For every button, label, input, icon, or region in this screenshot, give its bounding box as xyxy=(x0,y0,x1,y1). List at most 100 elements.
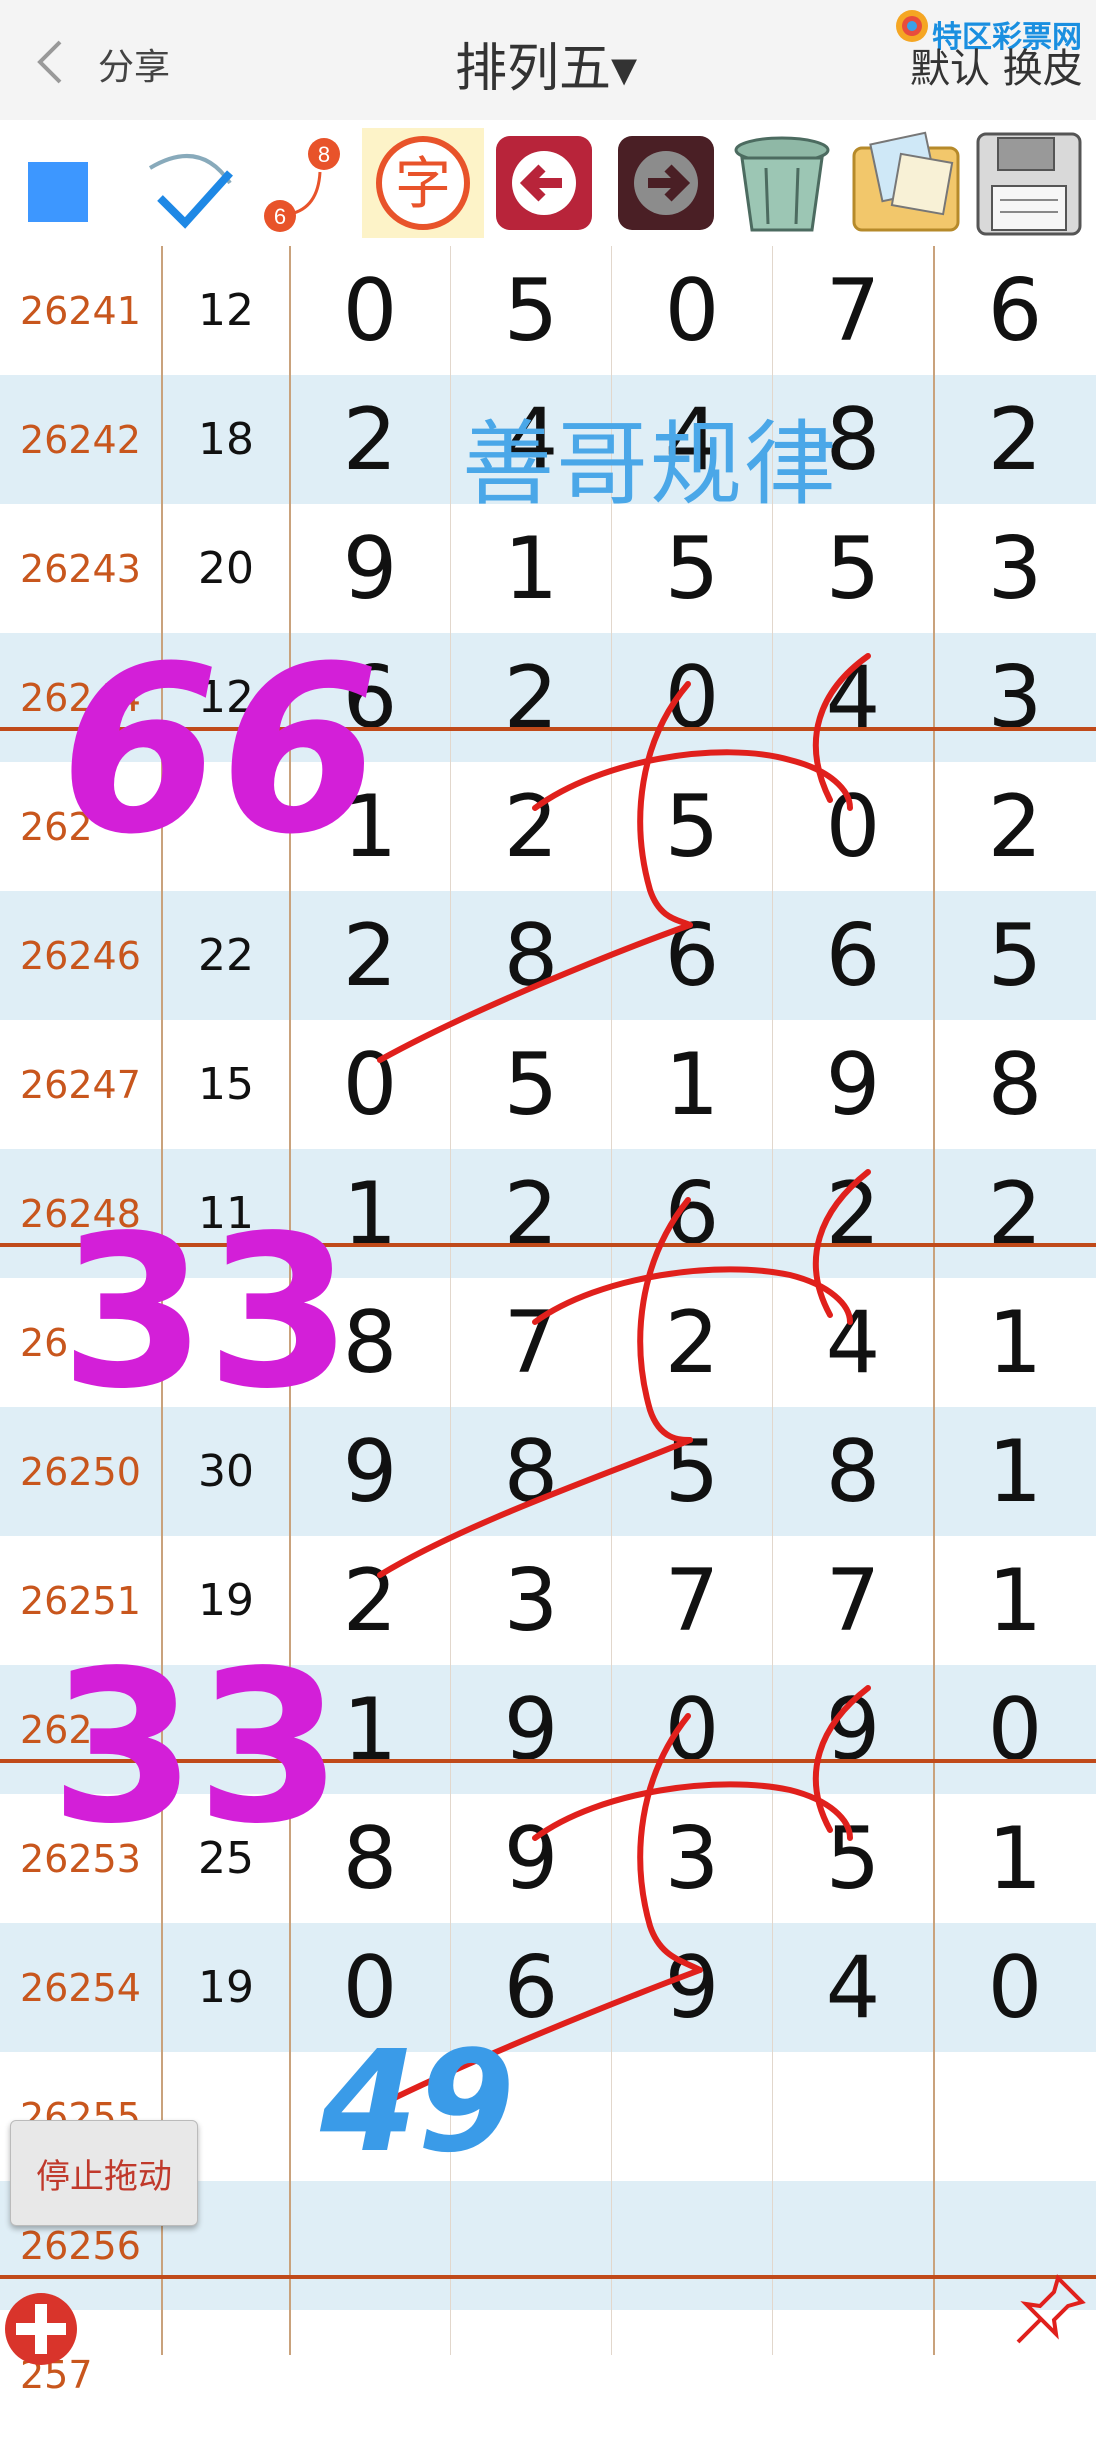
draw-digit[interactable]: 1 xyxy=(290,1665,450,1794)
draw-digit[interactable]: 9 xyxy=(773,1020,933,1149)
draw-digit[interactable]: 9 xyxy=(451,1794,611,1923)
draw-digit[interactable]: 6 xyxy=(451,1923,611,2052)
draw-digit[interactable] xyxy=(451,2310,611,2439)
draw-digit[interactable]: 3 xyxy=(451,1536,611,1665)
draw-digit[interactable]: 8 xyxy=(290,1278,450,1407)
draw-digit[interactable]: 9 xyxy=(290,1407,450,1536)
draw-digit[interactable]: 8 xyxy=(773,1407,933,1536)
draw-digit[interactable]: 5 xyxy=(612,1407,772,1536)
draw-digit[interactable]: 1 xyxy=(290,1149,450,1278)
draw-digit[interactable] xyxy=(290,2052,450,2181)
draw-digit[interactable]: 0 xyxy=(612,246,772,375)
draw-digit[interactable] xyxy=(451,2181,611,2310)
draw-digit[interactable]: 9 xyxy=(773,1665,933,1794)
character-glyph: 字 xyxy=(395,152,451,217)
draw-digit[interactable]: 3 xyxy=(934,504,1096,633)
draw-digit[interactable]: 6 xyxy=(612,891,772,1020)
stop-drag-button[interactable]: 停止拖动 xyxy=(10,2120,198,2226)
back-chevron-icon[interactable] xyxy=(30,38,74,86)
draw-digit[interactable] xyxy=(773,2052,933,2181)
blue-square-icon[interactable] xyxy=(20,128,100,238)
number-toggle-icon[interactable]: 8 6 xyxy=(258,128,348,238)
draw-digit[interactable]: 2 xyxy=(612,1278,772,1407)
draw-digit[interactable]: 2 xyxy=(451,633,611,762)
draw-digit[interactable]: 2 xyxy=(934,375,1096,504)
draw-digit[interactable]: 4 xyxy=(773,1278,933,1407)
draw-digit[interactable]: 0 xyxy=(934,1923,1096,2052)
draw-digit[interactable]: 0 xyxy=(612,1665,772,1794)
draw-digit[interactable]: 3 xyxy=(934,633,1096,762)
draw-digit[interactable] xyxy=(773,2310,933,2439)
draw-digit[interactable]: 2 xyxy=(290,891,450,1020)
draw-digit[interactable]: 1 xyxy=(612,1020,772,1149)
draw-digit[interactable]: 4 xyxy=(773,1923,933,2052)
draw-digit[interactable]: 5 xyxy=(612,762,772,891)
draw-digit[interactable]: 2 xyxy=(934,1149,1096,1278)
draw-digit[interactable] xyxy=(773,2181,933,2310)
draw-digit[interactable]: 5 xyxy=(773,1794,933,1923)
draw-digit[interactable] xyxy=(451,2052,611,2181)
add-plus-icon[interactable] xyxy=(2,2290,80,2368)
redo-arrow-icon[interactable] xyxy=(614,128,718,238)
draw-digit[interactable]: 9 xyxy=(612,1923,772,2052)
draw-digit[interactable]: 6 xyxy=(773,891,933,1020)
draw-digit[interactable]: 1 xyxy=(290,762,450,891)
draw-digit[interactable]: 2 xyxy=(451,762,611,891)
draw-digit[interactable]: 5 xyxy=(451,246,611,375)
draw-digit[interactable]: 0 xyxy=(290,1020,450,1149)
draw-digit[interactable]: 1 xyxy=(934,1278,1096,1407)
draw-digit[interactable]: 7 xyxy=(773,246,933,375)
photo-album-icon[interactable] xyxy=(846,128,966,238)
checkmark-icon[interactable] xyxy=(140,128,250,238)
draw-digit[interactable]: 3 xyxy=(612,1794,772,1923)
draw-digit[interactable]: 0 xyxy=(290,1923,450,2052)
draw-digit[interactable] xyxy=(612,2052,772,2181)
lottery-type-dropdown[interactable]: 排列五▾ xyxy=(455,26,637,101)
draw-digit[interactable]: 6 xyxy=(290,633,450,762)
undo-arrow-icon[interactable] xyxy=(492,128,596,238)
draw-digit[interactable]: 9 xyxy=(451,1665,611,1794)
share-button[interactable]: 分享 xyxy=(98,38,170,90)
draw-digit[interactable]: 7 xyxy=(451,1278,611,1407)
pin-icon[interactable] xyxy=(1010,2270,1090,2350)
draw-digit[interactable]: 0 xyxy=(290,246,450,375)
draw-digit[interactable]: 1 xyxy=(934,1794,1096,1923)
draw-digit[interactable] xyxy=(290,2310,450,2439)
draw-digit[interactable]: 5 xyxy=(612,504,772,633)
draw-digit[interactable]: 9 xyxy=(290,504,450,633)
draw-digit[interactable]: 5 xyxy=(451,1020,611,1149)
draw-grid[interactable]: 26241 12 0 5 0 7 6 26242 18 2 4 4 8 2 26243 20 9 1 5 5 3 2624… xyxy=(0,246,1096,2397)
draw-digit[interactable]: 7 xyxy=(612,1536,772,1665)
draw-digit[interactable]: 1 xyxy=(451,504,611,633)
draw-digit[interactable]: 7 xyxy=(773,1536,933,1665)
draw-digit[interactable]: 8 xyxy=(290,1794,450,1923)
draw-digit[interactable] xyxy=(290,2181,450,2310)
draw-digit[interactable]: 0 xyxy=(612,633,772,762)
draw-digit[interactable]: 0 xyxy=(773,762,933,891)
draw-digit[interactable]: 6 xyxy=(934,246,1096,375)
draw-digit[interactable]: 1 xyxy=(934,1407,1096,1536)
draw-digit[interactable]: 2 xyxy=(773,1149,933,1278)
draw-digit[interactable]: 8 xyxy=(934,1020,1096,1149)
draw-digit[interactable]: 8 xyxy=(451,1407,611,1536)
draw-digit[interactable]: 2 xyxy=(451,1149,611,1278)
draw-digit[interactable]: 8 xyxy=(451,891,611,1020)
draw-digit[interactable]: 2 xyxy=(290,1536,450,1665)
draw-digit[interactable]: 6 xyxy=(612,1149,772,1278)
draw-digit[interactable]: 2 xyxy=(934,762,1096,891)
draw-digit[interactable]: 2 xyxy=(290,375,450,504)
draw-digit[interactable] xyxy=(612,2310,772,2439)
draw-digit[interactable]: 5 xyxy=(934,891,1096,1020)
draw-digit[interactable]: 4 xyxy=(773,633,933,762)
draw-digit[interactable] xyxy=(612,2181,772,2310)
draw-digit[interactable]: 1 xyxy=(934,1536,1096,1665)
save-floppy-icon[interactable] xyxy=(972,128,1086,238)
draw-digit[interactable]: 5 xyxy=(773,504,933,633)
trash-icon[interactable] xyxy=(726,128,838,238)
skin-switch-button[interactable]: 默认 换皮 xyxy=(910,36,1083,94)
character-icon[interactable]: 字 xyxy=(362,128,484,238)
draw-digit[interactable]: 0 xyxy=(934,1665,1096,1794)
draw-digit[interactable] xyxy=(934,2052,1096,2181)
issue-number: 26254 xyxy=(20,1965,141,2010)
digit-sum xyxy=(162,1278,290,1407)
